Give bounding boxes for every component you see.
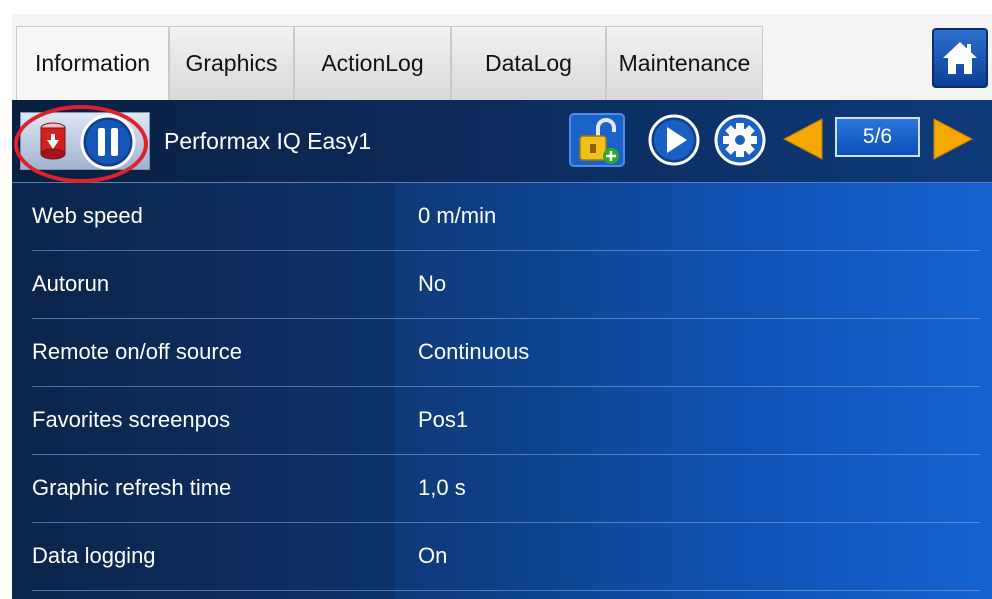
tab-information[interactable]: Information bbox=[16, 26, 169, 100]
row-label: Data logging bbox=[32, 543, 156, 568]
app-window: Information Graphics ActionLog DataLog M… bbox=[12, 14, 992, 599]
home-button[interactable] bbox=[932, 28, 988, 88]
row-label: Remote on/off source bbox=[32, 339, 242, 364]
row-value[interactable]: On bbox=[418, 543, 447, 569]
page-indicator: 5/6 bbox=[835, 117, 920, 157]
row-value[interactable]: Pos1 bbox=[418, 407, 468, 433]
row-value[interactable]: 1,0 s bbox=[418, 475, 466, 501]
pause-icon[interactable] bbox=[79, 113, 137, 171]
row-divider bbox=[32, 590, 980, 591]
unlock-icon[interactable] bbox=[568, 112, 626, 168]
home-icon bbox=[943, 42, 977, 74]
device-toolbar: Performax IQ Easy1 5/6 bbox=[12, 100, 992, 183]
next-page-icon[interactable] bbox=[932, 117, 974, 161]
table-row: Favorites screenpos Pos1 bbox=[12, 387, 992, 455]
tab-graphics[interactable]: Graphics bbox=[169, 26, 294, 100]
row-label: Autorun bbox=[32, 271, 110, 296]
table-row: Remote on/off source Continuous bbox=[12, 319, 992, 387]
tab-bar: Information Graphics ActionLog DataLog M… bbox=[12, 14, 992, 100]
device-status-block bbox=[20, 112, 150, 170]
row-label: Favorites screenpos bbox=[32, 407, 231, 432]
device-title: Performax IQ Easy1 bbox=[164, 128, 372, 154]
table-row: Autorun No bbox=[12, 251, 992, 319]
previous-page-icon[interactable] bbox=[782, 117, 824, 161]
row-value[interactable]: No bbox=[418, 271, 446, 297]
table-row: Data logging On bbox=[12, 523, 992, 591]
row-value[interactable]: 0 m/min bbox=[418, 203, 496, 229]
tab-actionlog[interactable]: ActionLog bbox=[294, 26, 451, 100]
table-row: Graphic refresh time 1,0 s bbox=[12, 455, 992, 523]
information-panel: Performax IQ Easy1 5/6 Web speed 0 m/min… bbox=[12, 100, 992, 599]
gear-icon[interactable] bbox=[714, 114, 766, 166]
play-icon[interactable] bbox=[648, 114, 700, 166]
info-table: Web speed 0 m/min Autorun No Remote on/o… bbox=[12, 183, 992, 591]
tab-datalog[interactable]: DataLog bbox=[451, 26, 606, 100]
row-label: Graphic refresh time bbox=[32, 475, 232, 500]
row-value[interactable]: Continuous bbox=[418, 339, 529, 365]
row-label: Web speed bbox=[32, 203, 143, 228]
table-row: Web speed 0 m/min bbox=[12, 183, 992, 251]
tab-maintenance[interactable]: Maintenance bbox=[606, 26, 763, 100]
device-status-icon[interactable] bbox=[35, 119, 71, 163]
